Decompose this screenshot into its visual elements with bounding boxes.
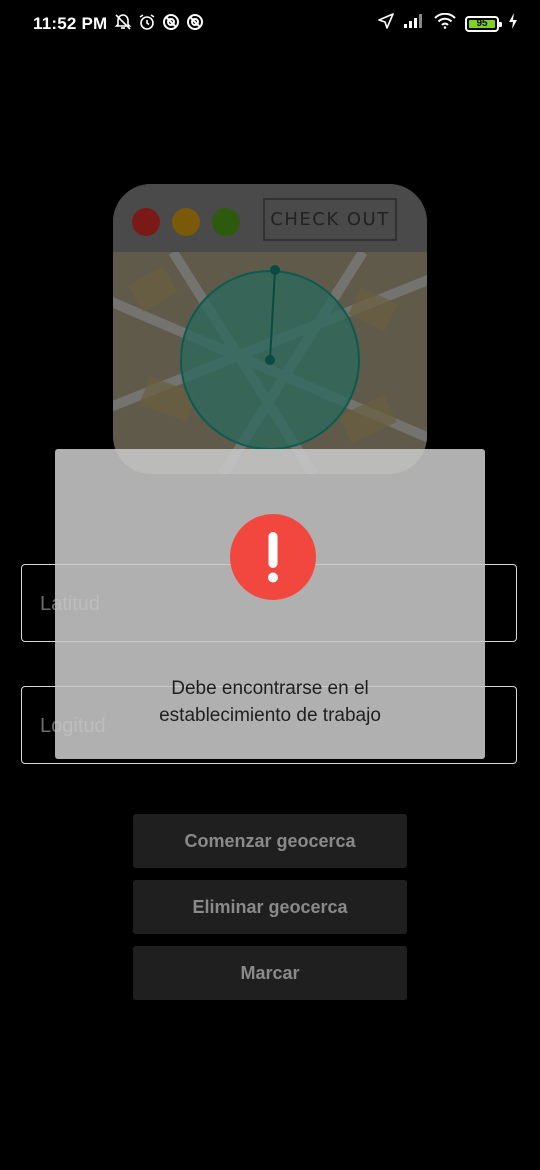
battery-level: 95	[476, 17, 488, 29]
battery-icon: 95	[465, 15, 502, 32]
location-arrow-icon	[378, 13, 394, 34]
alert-message-line1: Debe encontrarse en el	[171, 678, 369, 699]
status-bar: 11:52 PM 95	[0, 0, 540, 48]
remove-geofence-button[interactable]: Eliminar geocerca	[133, 880, 407, 934]
data-saver-icon	[162, 13, 180, 31]
wifi-icon	[434, 12, 456, 34]
charging-icon	[508, 13, 518, 34]
alarm-icon	[138, 13, 156, 31]
geofence-illustration: CHECK OUT	[113, 184, 427, 474]
status-time: 11:52 PM	[33, 14, 108, 33]
alert-dialog: Debe encontrarse en el establecimiento d…	[55, 449, 485, 759]
alert-message-line2: establecimiento de trabajo	[159, 705, 381, 726]
exclamation-icon	[230, 514, 316, 600]
signal-icon	[403, 13, 425, 34]
check-out-label: CHECK OUT	[270, 209, 390, 230]
mark-button[interactable]: Marcar	[133, 946, 407, 1000]
alert-message: Debe encontrarse en el establecimiento d…	[55, 675, 485, 729]
mute-bell-icon	[114, 13, 132, 31]
start-geofence-button[interactable]: Comenzar geocerca	[133, 814, 407, 868]
status-left-icons	[114, 13, 204, 31]
window-dot-yellow	[172, 208, 200, 236]
data-saver-icon	[186, 13, 204, 31]
window-dot-green	[212, 208, 240, 236]
status-right-icons: 95	[378, 12, 518, 34]
window-dot-red	[132, 208, 160, 236]
